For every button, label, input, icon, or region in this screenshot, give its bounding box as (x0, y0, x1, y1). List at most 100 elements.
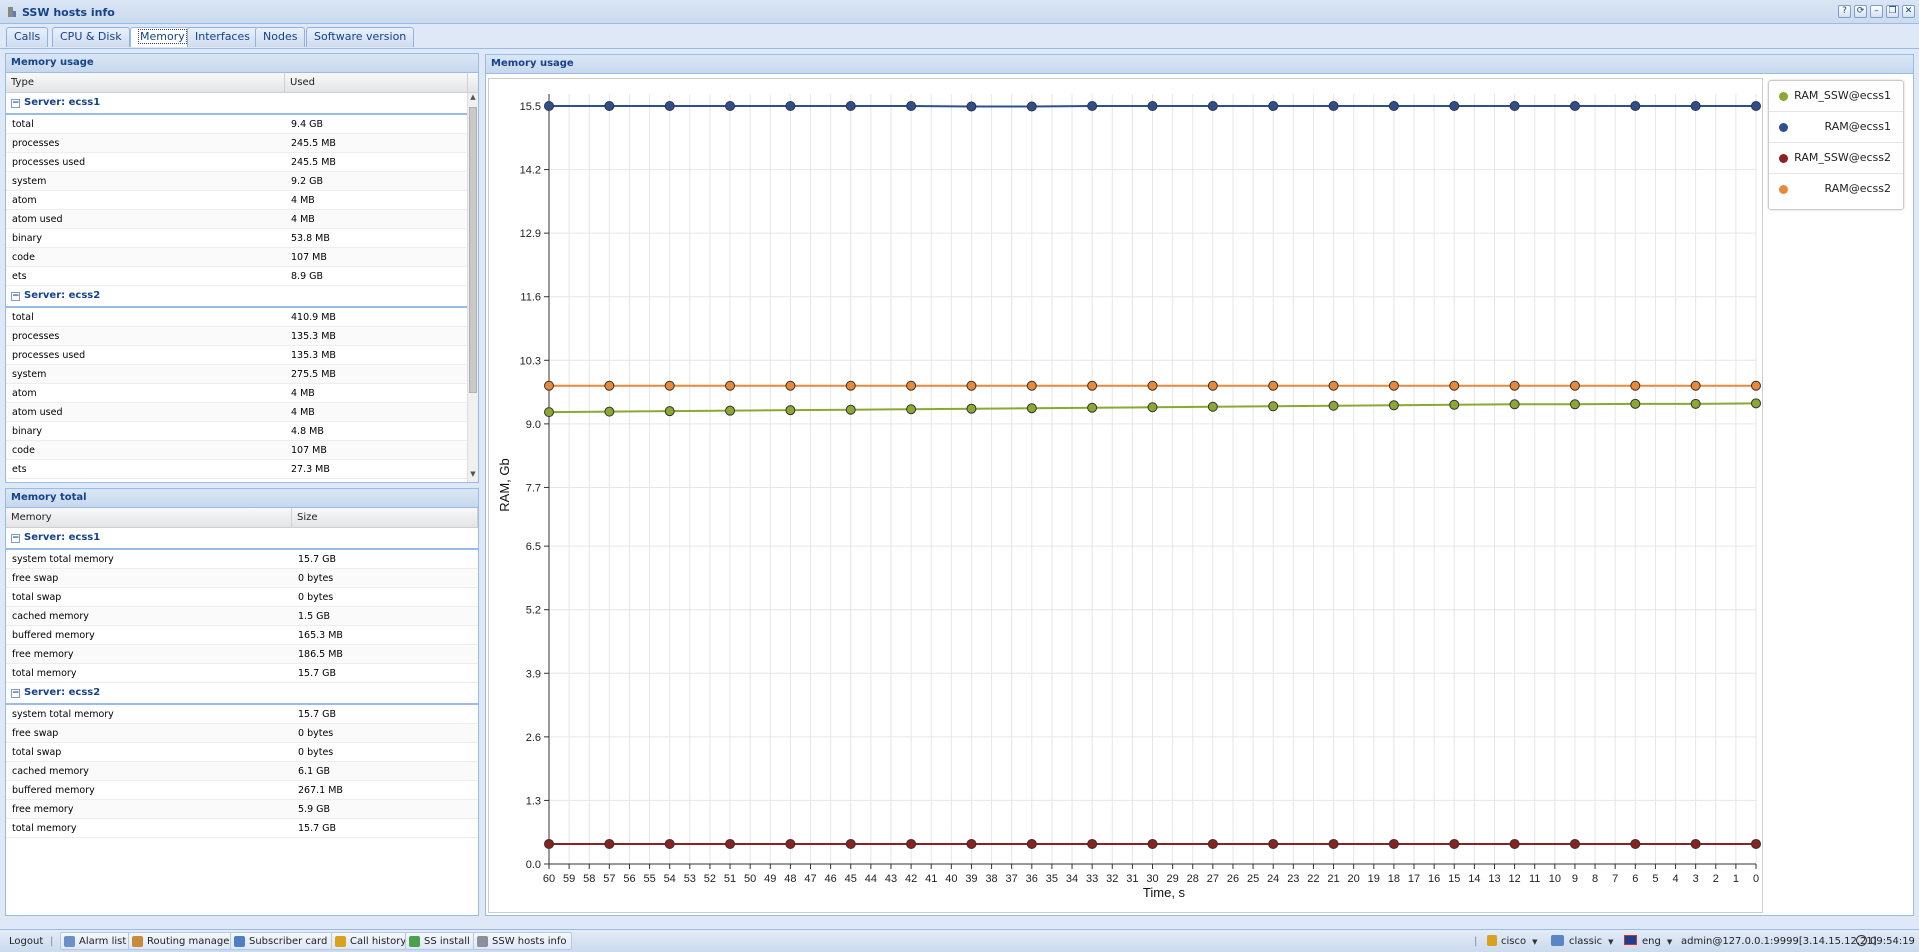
table-row[interactable]: ets 27.3 MB (6, 460, 478, 479)
table-row[interactable]: free swap 0 bytes (6, 724, 478, 743)
group-header[interactable]: − Server: ecss2 (6, 286, 478, 308)
taskbar-item[interactable]: SSW hosts info (473, 932, 572, 950)
collapse-icon[interactable]: − (11, 688, 20, 698)
table-row[interactable]: total memory 15.7 GB (6, 664, 478, 683)
table-row[interactable]: total swap 0 bytes (6, 743, 478, 762)
x-tick-label: 14 (1468, 873, 1480, 885)
memory-total-body: − Server: ecss1 system total memory 15.7 GB… (6, 528, 478, 838)
table-row[interactable]: total 9.4 GB (6, 115, 478, 134)
logout-link[interactable]: Logout (9, 933, 43, 950)
column-type[interactable]: Type (6, 73, 285, 92)
row-name: atom (12, 388, 37, 399)
column-size[interactable]: Size (292, 508, 478, 527)
table-row[interactable]: atom used 4 MB (6, 210, 478, 229)
x-tick-label: 10 (1549, 873, 1561, 885)
table-row[interactable]: cached memory 6.1 GB (6, 762, 478, 781)
x-tick-label: 15 (1448, 873, 1460, 885)
data-point (1147, 380, 1158, 391)
taskbar-item[interactable]: Subscriber card (230, 932, 333, 950)
close-icon[interactable]: ✕ (1902, 5, 1915, 18)
group-header[interactable]: − Server: ecss1 (6, 93, 478, 115)
tab-interfaces[interactable]: Interfaces (187, 27, 258, 47)
table-row[interactable]: system total memory 15.7 GB (6, 550, 478, 569)
row-value: 6.1 GB (298, 766, 331, 777)
row-name: free swap (12, 728, 59, 739)
theme-selector[interactable]: classic ▼ (1551, 933, 1614, 951)
taskbar-item[interactable]: SS install (405, 932, 475, 950)
help-icon[interactable]: ? (1838, 5, 1851, 18)
row-name: cached memory (12, 611, 89, 622)
tab-calls[interactable]: Calls (6, 27, 49, 47)
x-tick-label: 47 (804, 873, 816, 885)
session-info: admin@127.0.0.1:9999[3.14.15.12.21] (1681, 936, 1877, 947)
data-point (906, 404, 917, 415)
minimize-icon[interactable]: – (1870, 5, 1883, 18)
table-row[interactable]: total swap 0 bytes (6, 588, 478, 607)
x-tick-label: 9 (1572, 873, 1578, 885)
x-tick-label: 53 (684, 873, 696, 885)
table-row[interactable]: buffered memory 165.3 MB (6, 626, 478, 645)
table-row[interactable]: system total memory 15.7 GB (6, 705, 478, 724)
scroll-thumb[interactable] (469, 107, 477, 393)
theme-icon (1551, 935, 1564, 946)
collapse-icon[interactable]: − (11, 533, 20, 543)
memory-total-header: Memory total (6, 489, 478, 508)
tab-cpu-disk[interactable]: CPU & Disk (52, 27, 130, 47)
column-memory[interactable]: Memory (6, 508, 292, 527)
scroll-down-icon[interactable]: ▼ (468, 470, 478, 482)
table-row[interactable]: cached memory 1.5 GB (6, 607, 478, 626)
table-row[interactable]: system 9.2 GB (6, 172, 478, 191)
y-tick-label: 1.3 (526, 795, 541, 807)
tab-nodes[interactable]: Nodes (255, 27, 306, 47)
legend-item[interactable]: RAM@ecss1 (1769, 112, 1903, 143)
table-row[interactable]: free swap 0 bytes (6, 569, 478, 588)
scroll-up-icon[interactable]: ▲ (468, 93, 478, 105)
row-value: 0 bytes (298, 592, 334, 603)
data-point (725, 838, 736, 849)
table-row[interactable]: processes 245.5 MB (6, 134, 478, 153)
table-row[interactable]: ets 8.9 GB (6, 267, 478, 286)
table-row[interactable]: total 410.9 MB (6, 308, 478, 327)
collapse-icon[interactable]: − (11, 291, 20, 301)
taskbar-item[interactable]: Call history (331, 932, 412, 950)
language-selector[interactable]: eng ▼ (1624, 933, 1672, 951)
row-name: system total memory (12, 554, 114, 565)
table-row[interactable]: free memory 186.5 MB (6, 645, 478, 664)
column-used[interactable]: Used (285, 73, 468, 92)
group-header[interactable]: − Server: ecss1 (6, 528, 478, 550)
table-row[interactable]: free memory 5.9 GB (6, 800, 478, 819)
collapse-icon[interactable]: − (11, 98, 20, 108)
group-header[interactable]: − Server: ecss2 (6, 683, 478, 705)
routing-icon (132, 936, 143, 947)
table-row[interactable]: total memory 15.7 GB (6, 819, 478, 838)
memory-usage-scrollbar[interactable]: ▲ ▼ (467, 93, 478, 482)
legend-item[interactable]: RAM@ecss2 (1769, 174, 1903, 205)
restore-icon[interactable]: ❐ (1886, 5, 1899, 18)
table-row[interactable]: system 275.5 MB (6, 365, 478, 384)
memory-usage-body: − Server: ecss1 total 9.4 GB processes 245.5 … (6, 93, 478, 479)
table-row[interactable]: processes used 245.5 MB (6, 153, 478, 172)
taskbar-item[interactable]: Alarm list (60, 932, 132, 950)
table-row[interactable]: atom 4 MB (6, 384, 478, 403)
tab-memory[interactable]: Memory (130, 27, 195, 47)
legend-item[interactable]: RAM_SSW@ecss1 (1769, 81, 1903, 112)
table-row[interactable]: processes 135.3 MB (6, 327, 478, 346)
tab-software-version[interactable]: Software version (306, 27, 415, 47)
data-point (1328, 101, 1339, 111)
table-row[interactable]: binary 53.8 MB (6, 229, 478, 248)
table-row[interactable]: buffered memory 267.1 MB (6, 781, 478, 800)
table-row[interactable]: processes used 135.3 MB (6, 346, 478, 365)
chart-area: 60 59 58 57 56 55 54 53 52 51 50 49 48 47 46 45 44 43 42 41… (488, 78, 1763, 913)
refresh-icon[interactable]: ⟳ (1854, 5, 1867, 18)
user-selector[interactable]: cisco ▼ (1487, 933, 1538, 951)
data-point (544, 407, 554, 418)
table-row[interactable]: atom used 4 MB (6, 403, 478, 422)
table-row[interactable]: binary 4.8 MB (6, 422, 478, 441)
table-row[interactable]: atom 4 MB (6, 191, 478, 210)
taskbar-item[interactable]: Routing manager (128, 932, 239, 950)
legend-item[interactable]: RAM_SSW@ecss2 (1769, 143, 1903, 174)
data-point (664, 101, 675, 111)
table-row[interactable]: code 107 MB (6, 441, 478, 460)
x-tick-label: 18 (1388, 873, 1400, 885)
table-row[interactable]: code 107 MB (6, 248, 478, 267)
